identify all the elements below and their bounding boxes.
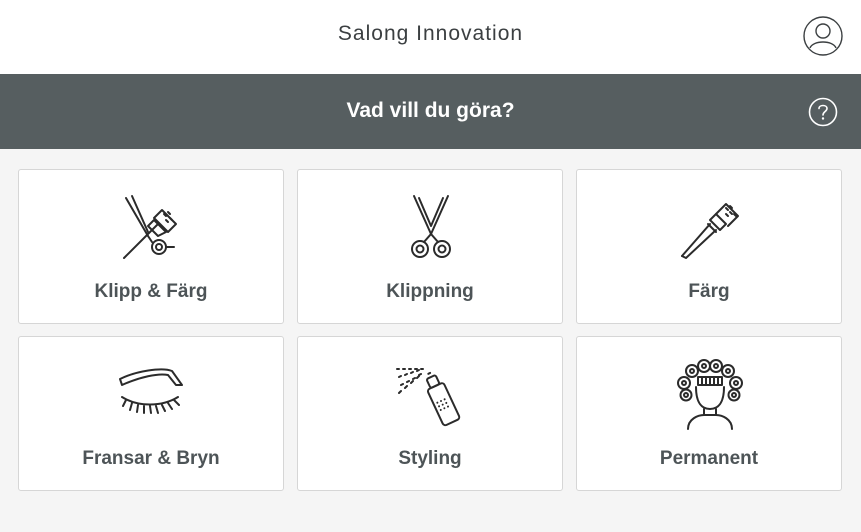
spray-can-icon bbox=[393, 357, 469, 433]
service-label: Styling bbox=[398, 448, 462, 469]
service-label: Klipp & Färg bbox=[94, 281, 208, 302]
eyelash-brow-icon bbox=[114, 357, 190, 433]
color-brush-icon bbox=[672, 190, 748, 266]
page-title: Vad vill du göra? bbox=[346, 99, 515, 122]
scissors-brush-icon bbox=[114, 190, 190, 266]
sub-header: Vad vill du göra? bbox=[0, 74, 861, 149]
service-card-klipp-farg[interactable]: Klipp & Färg bbox=[18, 169, 284, 324]
service-label: Färg bbox=[688, 281, 730, 302]
perm-curlers-icon bbox=[672, 357, 748, 433]
top-bar: Salong Innovation bbox=[0, 0, 861, 74]
service-card-klippning[interactable]: Klippning bbox=[297, 169, 563, 324]
app-title: Salong Innovation bbox=[337, 22, 524, 45]
scissors-icon bbox=[393, 190, 469, 266]
question-circle-icon[interactable] bbox=[808, 97, 838, 127]
service-label: Permanent bbox=[659, 448, 759, 469]
service-label: Fransar & Bryn bbox=[82, 448, 220, 469]
user-circle-icon[interactable] bbox=[803, 16, 843, 56]
service-card-permanent[interactable]: Permanent bbox=[576, 336, 842, 491]
service-card-styling[interactable]: Styling bbox=[297, 336, 563, 491]
service-card-farg[interactable]: Färg bbox=[576, 169, 842, 324]
service-card-fransar-bryn[interactable]: Fransar & Bryn bbox=[18, 336, 284, 491]
service-label: Klippning bbox=[386, 281, 474, 302]
